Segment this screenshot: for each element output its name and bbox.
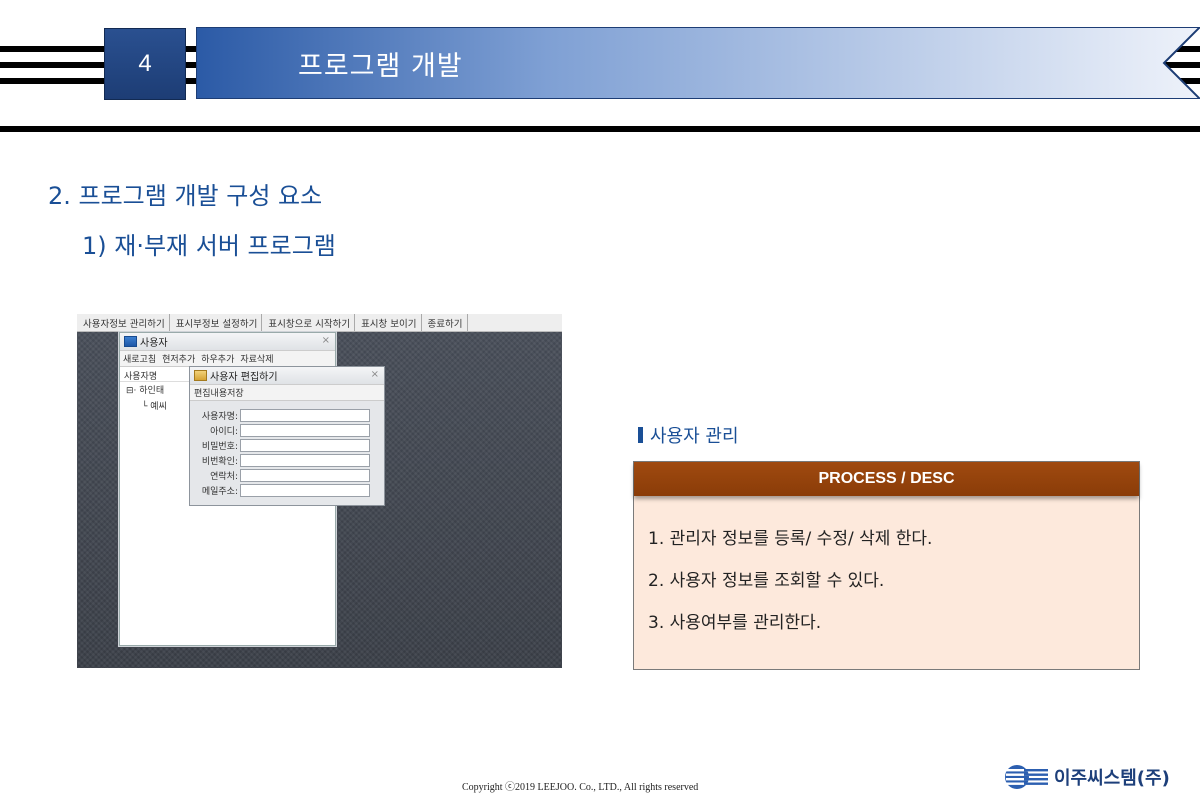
edit-window-toolbar: 편집내용저장	[190, 384, 384, 401]
close-icon[interactable]: ×	[371, 369, 379, 380]
menu-item[interactable]: 종료하기	[422, 314, 468, 331]
menu-item[interactable]: 표시부정보 설정하기	[170, 314, 263, 331]
edit-window-titlebar: 사용자 편집하기 ×	[190, 367, 384, 384]
logo-icon	[1005, 765, 1050, 789]
add-sub-button[interactable]: 하우추가	[201, 352, 234, 365]
field-label: 비밀번호:	[201, 442, 238, 452]
menu-item[interactable]: 표시창 보이기	[355, 314, 422, 331]
section-label-text: 사용자 관리	[650, 426, 739, 447]
form-row: 아이디:	[190, 423, 384, 438]
user-window-titlebar: 사용자 ×	[120, 333, 335, 350]
form-row: 비번확인:	[190, 453, 384, 468]
section-label: 사용자 관리	[638, 422, 739, 448]
menu-item[interactable]: 사용자정보 관리하기	[77, 314, 170, 331]
stripe	[0, 126, 1200, 132]
edit-form: 사용자명: 아이디: 비밀번호: 비번확인: 연락처: 메일주소:	[190, 401, 384, 498]
password-input[interactable]	[240, 439, 370, 452]
field-label: 아이디:	[210, 427, 238, 437]
bullet-bar-icon	[638, 427, 643, 443]
username-input[interactable]	[240, 409, 370, 422]
delete-button[interactable]: 자료삭제	[240, 352, 273, 365]
refresh-button[interactable]: 새로고침	[123, 352, 156, 365]
subsection-heading: 1) 재·부재 서버 프로그램	[82, 232, 336, 260]
user-window-toolbar: 새로고침 현저추가 하우추가 자료삭제	[120, 350, 335, 367]
list-item: 3. 사용여부를 관리한다.	[648, 613, 822, 633]
user-window-title: 사용자	[140, 338, 168, 349]
company-logo: 이주씨스템(주)	[1004, 764, 1170, 790]
email-input[interactable]	[240, 484, 370, 497]
list-item: 1. 관리자 정보를 등록/ 수정/ 삭제 한다.	[648, 529, 933, 549]
copyright: Copyright ⓒ2019 LEEJOO. Co., LTD., All r…	[462, 782, 699, 793]
form-row: 사용자명:	[190, 408, 384, 423]
expand-icon[interactable]: ⊟·	[126, 386, 136, 396]
list-item: 2. 사용자 정보를 조회할 수 있다.	[648, 571, 885, 591]
tree-line-icon: └	[142, 402, 148, 412]
field-label: 비번확인:	[201, 457, 238, 467]
edit-user-window: 사용자 편집하기 × 편집내용저장 사용자명: 아이디: 비밀번호: 비번확인:	[189, 366, 385, 506]
process-panel: PROCESS / DESC 1. 관리자 정보를 등록/ 수정/ 삭제 한다.…	[633, 461, 1140, 670]
page-title: 프로그램 개발	[298, 51, 463, 82]
save-button[interactable]: 편집내용저장	[194, 386, 244, 399]
section-number: 4	[104, 28, 186, 100]
form-row: 메일주소:	[190, 483, 384, 498]
password-confirm-input[interactable]	[240, 454, 370, 467]
form-row: 비밀번호:	[190, 438, 384, 453]
close-icon[interactable]: ×	[322, 335, 330, 346]
add-button[interactable]: 현저추가	[162, 352, 195, 365]
menu-item[interactable]: 표시창으로 시작하기	[262, 314, 356, 331]
tree-node-label: 예씨	[150, 402, 167, 412]
panel-header: PROCESS / DESC	[634, 462, 1139, 496]
window-icon	[194, 370, 207, 381]
app-menubar: 사용자정보 관리하기 표시부정보 설정하기 표시창으로 시작하기 표시창 보이기…	[77, 314, 562, 332]
app-screenshot: 사용자정보 관리하기 표시부정보 설정하기 표시창으로 시작하기 표시창 보이기…	[77, 314, 562, 668]
phone-input[interactable]	[240, 469, 370, 482]
tree-node-label: 하인태	[139, 386, 165, 396]
process-list: 1. 관리자 정보를 등록/ 수정/ 삭제 한다. 2. 사용자 정보를 조회할…	[648, 524, 932, 650]
logo-text: 이주씨스템(주)	[1054, 768, 1170, 789]
section-heading: 2. 프로그램 개발 구성 요소	[48, 182, 323, 210]
edit-window-title: 사용자 편집하기	[210, 372, 278, 383]
field-label: 연락처:	[210, 472, 238, 482]
form-row: 연락처:	[190, 468, 384, 483]
field-label: 메일주소:	[201, 487, 238, 497]
id-input[interactable]	[240, 424, 370, 437]
field-label: 사용자명:	[201, 412, 238, 422]
window-icon	[124, 336, 137, 347]
